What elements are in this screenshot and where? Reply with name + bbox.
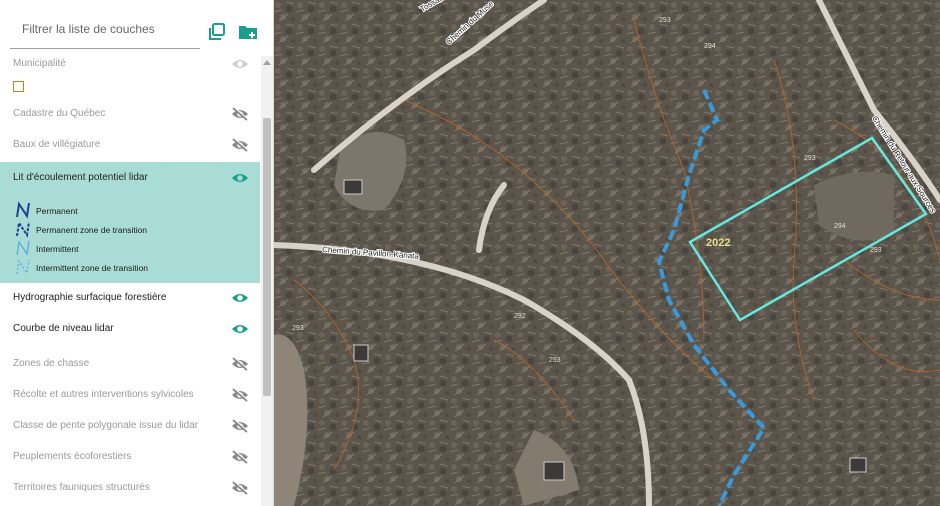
layer-filter-input[interactable] xyxy=(10,14,202,44)
layer-item-municipalite[interactable]: Municipalité xyxy=(0,51,260,79)
layer-label: Courbe de niveau lidar xyxy=(13,323,114,334)
layer-label: Récolte et autres interventions sylvicol… xyxy=(13,389,194,400)
layer-label: Zones de chasse xyxy=(13,358,90,369)
building xyxy=(353,344,369,362)
legend-label: Intermittent zone de transition xyxy=(36,263,148,273)
layer-label: Baux de villégiature xyxy=(13,139,101,150)
legend-label: Permanent zone de transition xyxy=(36,225,148,235)
contour-label: 293 xyxy=(659,17,671,24)
layer-label: Municipalité xyxy=(13,58,66,69)
scroll-up-icon[interactable] xyxy=(263,60,271,65)
municipalite-legend-swatch xyxy=(13,81,24,92)
contour-label: 294 xyxy=(834,223,846,230)
eye-icon[interactable] xyxy=(231,322,249,336)
stream-intermittent-icon xyxy=(16,240,30,256)
folder-add-icon[interactable] xyxy=(238,22,258,42)
eye-off-icon[interactable] xyxy=(231,357,249,371)
layer-item-recolte[interactable]: Récolte et autres interventions sylvicol… xyxy=(0,382,260,410)
eye-icon[interactable] xyxy=(231,291,249,305)
building xyxy=(543,461,565,481)
copy-icon[interactable] xyxy=(207,22,227,42)
layer-item-lit-ecoulement[interactable]: Lit d'écoulement potentiel lidar Permane… xyxy=(0,162,260,283)
legend-label: Permanent xyxy=(36,206,78,216)
building xyxy=(849,457,867,473)
layer-item-classe-pente[interactable]: Classe de pente polygonale issue du lida… xyxy=(0,413,260,441)
layer-label: Territoires fauniques structurés xyxy=(13,482,150,493)
layer-item-territoires-fauniques[interactable]: Territoires fauniques structurés xyxy=(0,475,260,503)
layer-label: Cadastre du Québec xyxy=(13,108,106,119)
eye-icon[interactable] xyxy=(231,57,249,71)
layer-item-baux[interactable]: Baux de villégiature xyxy=(0,132,260,160)
contour-label: 292 xyxy=(514,313,526,320)
layer-item-cadastre[interactable]: Cadastre du Québec xyxy=(0,101,260,129)
map-view[interactable]: 2022 Chemin du Muse Chemin du Pavillon-K… xyxy=(274,0,940,506)
eye-off-icon[interactable] xyxy=(231,107,249,121)
contour-label: 293 xyxy=(870,247,882,254)
layer-label: Peuplements écoforestiers xyxy=(13,451,132,462)
contour-label: 293 xyxy=(549,357,561,364)
layer-item-courbe-niveau[interactable]: Courbe de niveau lidar xyxy=(0,316,260,344)
contour-label: 293 xyxy=(804,155,816,162)
building xyxy=(343,179,363,195)
eye-off-icon[interactable] xyxy=(231,388,249,402)
parcel-label: 2022 xyxy=(706,237,730,249)
layer-panel: Municipalité Cadastre du Québec Baux de … xyxy=(0,0,274,506)
layer-label: Classe de pente polygonale issue du lida… xyxy=(13,420,199,431)
eye-off-icon[interactable] xyxy=(231,138,249,152)
layer-item-zones-chasse[interactable]: Zones de chasse xyxy=(0,351,260,379)
eye-off-icon[interactable] xyxy=(231,481,249,495)
layer-item-hydrographie[interactable]: Hydrographie surfacique forestière xyxy=(0,285,260,313)
stream-intermittent-transition-icon xyxy=(16,259,30,275)
eye-icon[interactable] xyxy=(231,171,249,185)
layer-item-peuplements[interactable]: Peuplements écoforestiers xyxy=(0,444,260,472)
scrollbar-thumb[interactable] xyxy=(263,118,271,396)
layer-filter-field[interactable] xyxy=(10,14,202,49)
layer-label: Hydrographie surfacique forestière xyxy=(13,292,167,303)
eye-off-icon[interactable] xyxy=(231,419,249,433)
layer-list-scrollbar[interactable] xyxy=(261,56,273,506)
contour-label: 293 xyxy=(292,325,304,332)
stream-permanent-icon xyxy=(16,201,30,219)
layer-label: Lit d'écoulement potentiel lidar xyxy=(13,172,148,183)
stream-permanent-transition-icon xyxy=(16,220,30,238)
legend-label: Intermittent xyxy=(36,244,79,254)
contour-label: 294 xyxy=(704,43,716,50)
eye-off-icon[interactable] xyxy=(231,450,249,464)
